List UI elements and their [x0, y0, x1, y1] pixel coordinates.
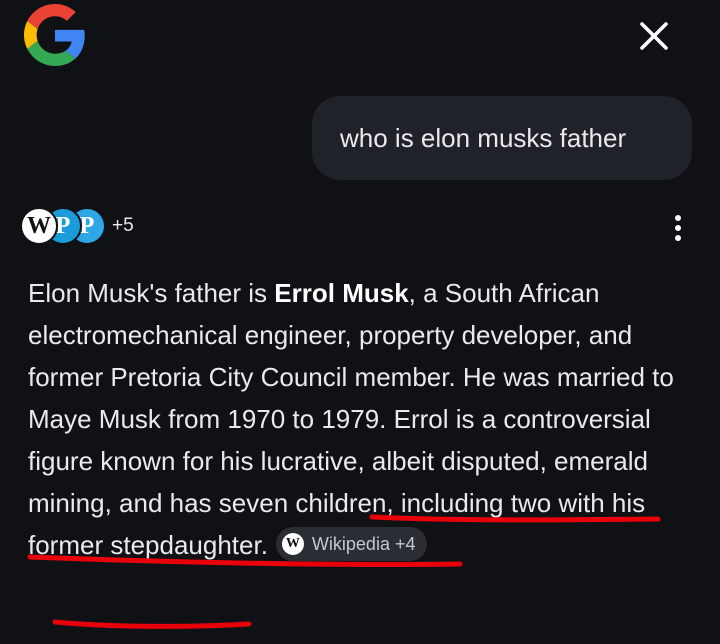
wikipedia-source-chip[interactable]: W Wikipedia +4 — [275, 527, 428, 562]
answer-text-part2: , a South African electromechanical engi… — [28, 278, 674, 560]
more-options-button[interactable] — [664, 210, 692, 246]
answer-text-part1: Elon Musk's father is — [28, 278, 275, 308]
more-sources-count: +5 — [112, 215, 134, 236]
close-button[interactable] — [630, 12, 678, 60]
user-query-text: who is elon musks father — [340, 122, 627, 153]
google-logo-icon[interactable] — [24, 4, 86, 66]
more-vertical-icon — [675, 215, 681, 241]
ai-answer-text: Elon Musk's father is Errol Musk, a Sout… — [28, 272, 688, 566]
source-chip-label: Wikipedia +4 — [311, 534, 416, 555]
close-icon — [640, 22, 668, 50]
underline-stroke-3 — [52, 619, 252, 629]
user-query-bubble: who is elon musks father — [312, 96, 692, 180]
ai-answer-screen: who is elon musks father W P P +5 Elon M… — [0, 0, 720, 644]
answer-bold-name: Errol Musk — [274, 278, 409, 308]
sources-row[interactable]: W P P +5 — [20, 206, 134, 246]
wikipedia-icon: W — [281, 533, 304, 556]
wikipedia-icon: W — [20, 207, 58, 245]
